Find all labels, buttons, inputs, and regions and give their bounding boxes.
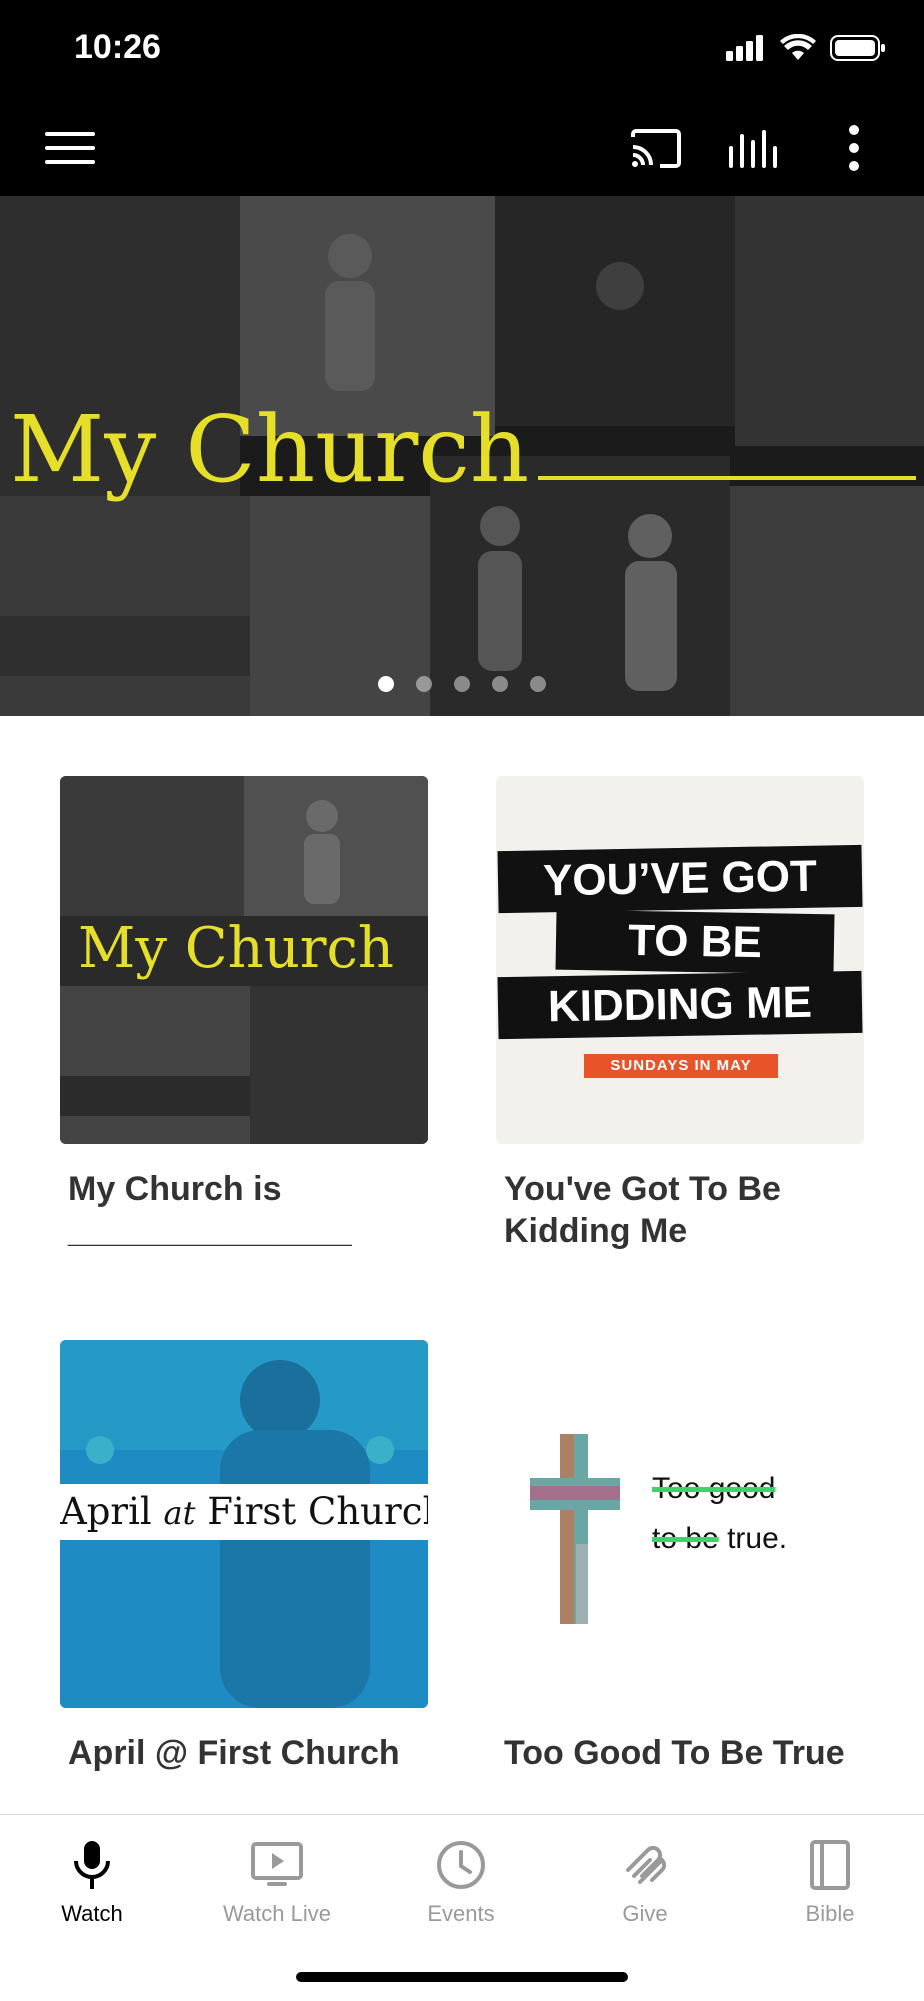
status-time: 10:26	[74, 28, 161, 66]
hero-title: My Church	[10, 396, 530, 503]
more-options-button[interactable]	[824, 118, 884, 178]
carousel-dot[interactable]	[492, 676, 508, 692]
book-icon	[810, 1840, 850, 1890]
tab-label: Bible	[805, 1901, 855, 1926]
tab-give[interactable]: Give	[553, 1835, 737, 1945]
menu-button[interactable]	[40, 118, 100, 178]
thumbnail-line-3: KIDDING ME	[497, 970, 863, 1040]
audio-bars-icon	[729, 130, 777, 168]
thumbnail-banner-church: First Church	[207, 1490, 428, 1533]
cellular-signal-icon	[726, 35, 763, 61]
more-vertical-icon	[849, 125, 859, 171]
carousel-dot[interactable]	[454, 676, 470, 692]
cast-button[interactable]	[626, 118, 686, 178]
thumbnail-line-2: to be true.	[652, 1522, 787, 1556]
give-icon	[626, 1845, 667, 1884]
thumbnail-title: My Church	[78, 916, 394, 981]
tab-watch-live[interactable]: Watch Live	[185, 1835, 369, 1945]
status-bar: 10:26	[0, 0, 924, 100]
series-card-april-first-church[interactable]: April at First Church April @ First Chur…	[60, 1340, 428, 1780]
thumbnail-banner: April at First Church	[60, 1484, 428, 1540]
thumbnail-strike-text: to be	[652, 1522, 719, 1555]
tab-bible[interactable]: Bible	[738, 1835, 922, 1945]
thumbnail-banner-at: at	[163, 1494, 196, 1532]
series-title[interactable]: April @ First Church	[68, 1732, 428, 1774]
hero-underline	[538, 476, 916, 480]
series-title[interactable]: Too Good To Be True	[504, 1732, 864, 1774]
thumbnail-strike-text: Too good	[652, 1472, 776, 1505]
series-card-kidding-me[interactable]: YOU’VE GOT TO BE KIDDING ME SUNDAYS IN M…	[496, 776, 864, 1256]
home-indicator	[296, 1972, 628, 1982]
thumbnail-line-2: TO BE	[555, 909, 835, 975]
cross-icon	[530, 1434, 620, 1624]
clock-icon	[437, 1841, 485, 1889]
tab-watch[interactable]: Watch	[0, 1835, 184, 1945]
app-bar	[0, 100, 924, 196]
hero-carousel[interactable]: My Church	[0, 196, 924, 716]
wifi-icon	[780, 34, 816, 60]
battery-icon	[830, 35, 885, 61]
microphone-icon	[74, 1841, 110, 1889]
carousel-dot[interactable]	[530, 676, 546, 692]
series-thumbnail[interactable]: Too good to be true.	[496, 1340, 864, 1708]
audio-button[interactable]	[724, 118, 784, 178]
series-thumbnail[interactable]: April at First Church	[60, 1340, 428, 1708]
tv-play-icon	[251, 1842, 303, 1886]
series-title[interactable]: You've Got To Be Kidding Me	[504, 1168, 864, 1252]
thumbnail-line-1: Too good	[652, 1472, 775, 1506]
carousel-dots	[0, 676, 924, 692]
tab-label: Watch	[61, 1901, 123, 1926]
hamburger-menu-icon	[45, 132, 95, 164]
series-thumbnail[interactable]: YOU’VE GOT TO BE KIDDING ME SUNDAYS IN M…	[496, 776, 864, 1144]
thumbnail-plain-text: true.	[718, 1522, 788, 1555]
tab-events[interactable]: Events	[369, 1835, 553, 1945]
series-title[interactable]: My Church is _______________	[68, 1168, 388, 1252]
cast-icon	[631, 129, 681, 168]
tab-label: Watch Live	[222, 1901, 331, 1926]
carousel-dot[interactable]	[378, 676, 394, 692]
tab-label: Give	[622, 1901, 668, 1926]
series-card-too-good[interactable]: Too good to be true. Too Good To Be True	[496, 1340, 864, 1780]
status-icons	[726, 34, 886, 62]
thumbnail-banner-april: April	[60, 1490, 152, 1533]
series-thumbnail[interactable]: My Church	[60, 776, 428, 1144]
carousel-dot[interactable]	[416, 676, 432, 692]
thumbnail-line-1: YOU’VE GOT	[497, 844, 863, 914]
series-card-my-church[interactable]: My Church My Church is _______________	[60, 776, 428, 1256]
thumbnail-tag: SUNDAYS IN MAY	[584, 1054, 778, 1078]
tab-label: Events	[427, 1901, 495, 1926]
